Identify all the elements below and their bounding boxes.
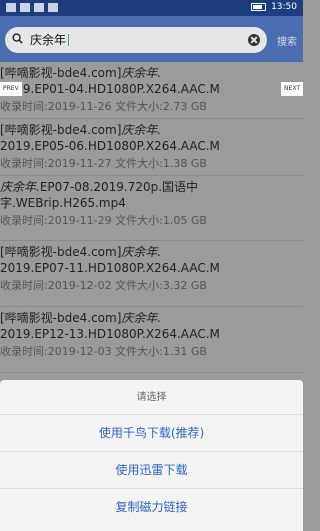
item-title-line2: 2019.EP07-11.HD1080P.X264.AAC.M xyxy=(0,261,220,275)
download-xunlei-button[interactable]: 使用迅雷下载 xyxy=(0,451,303,488)
item-meta: 收录时间:2019-12-02 文件大小:3.32 GB xyxy=(0,279,207,292)
wifi-icon xyxy=(34,3,44,12)
copy-magnet-link-button[interactable]: 复制磁力链接 xyxy=(0,488,303,525)
list-item[interactable]: [哔嘀影视-bde4.com]庆余年. 2019.EP05-06.HD1080P… xyxy=(0,119,303,176)
search-header: 庆余年 搜索 xyxy=(0,16,303,62)
status-bar: 13:50 xyxy=(0,0,303,16)
search-query[interactable]: 庆余年 xyxy=(30,33,69,47)
list-item[interactable]: 庆余年.EP07-08.2019.720p.国语中 字.WEBrip.H265.… xyxy=(0,176,303,241)
action-sheet: 请选择 使用千鸟下载(推荐) 使用迅雷下载 复制磁力链接 xyxy=(0,380,303,531)
item-title-line2: 字.WEBrip.H265.mp4 xyxy=(0,196,126,210)
item-title: [哔嘀影视-bde4.com]庆余年. xyxy=(0,245,162,259)
prev-button[interactable]: PREV xyxy=(0,82,22,96)
clear-icon[interactable] xyxy=(248,34,260,46)
status-time: 13:50 xyxy=(271,2,297,12)
item-title: [哔嘀影视-bde4.com]庆余年. xyxy=(0,123,162,137)
action-sheet-title: 请选择 xyxy=(136,392,167,403)
item-title-line2: 2019.EP12-13.HD1080P.X264.AAC.M xyxy=(0,327,220,341)
notification-icon xyxy=(48,3,58,12)
item-title: [哔嘀影视-bde4.com]庆余年. xyxy=(0,66,162,80)
search-input[interactable]: 庆余年 xyxy=(5,27,267,53)
item-title: [哔嘀影视-bde4.com]庆余年. xyxy=(0,311,162,325)
item-title-line2: 2019.EP01-04.HD1080P.X264.AAC.M xyxy=(0,82,220,96)
signal-icon xyxy=(6,3,16,12)
download-qianniao-button[interactable]: 使用千鸟下载(推荐) xyxy=(0,414,303,451)
item-meta: 收录时间:2019-11-26 文件大小:2.73 GB xyxy=(0,100,207,113)
list-item[interactable]: [哔嘀影视-bde4.com]庆余年. 2019.EP01-04.HD1080P… xyxy=(0,62,303,119)
results-list: [哔嘀影视-bde4.com]庆余年. 2019.EP01-04.HD1080P… xyxy=(0,62,303,373)
status-icons xyxy=(6,3,58,13)
item-meta: 收录时间:2019-11-27 文件大小:1.38 GB xyxy=(0,157,207,170)
item-title-line2: 2019.EP05-06.HD1080P.X264.AAC.M xyxy=(0,139,220,153)
signal-icon xyxy=(20,3,30,12)
list-item[interactable]: [哔嘀影视-bde4.com]庆余年. 2019.EP12-13.HD1080P… xyxy=(0,307,303,373)
search-icon xyxy=(12,33,23,44)
next-button[interactable]: NEXT xyxy=(281,82,303,96)
item-meta: 收录时间:2019-11-29 文件大小:1.05 GB xyxy=(0,214,207,227)
search-button[interactable]: 搜索 xyxy=(277,33,297,48)
item-meta: 收录时间:2019-12-03 文件大小:1.31 GB xyxy=(0,345,207,358)
item-title: 庆余年.EP07-08.2019.720p.国语中 xyxy=(0,180,199,194)
battery-icon xyxy=(251,3,267,11)
list-item[interactable]: [哔嘀影视-bde4.com]庆余年. 2019.EP07-11.HD1080P… xyxy=(0,241,303,307)
